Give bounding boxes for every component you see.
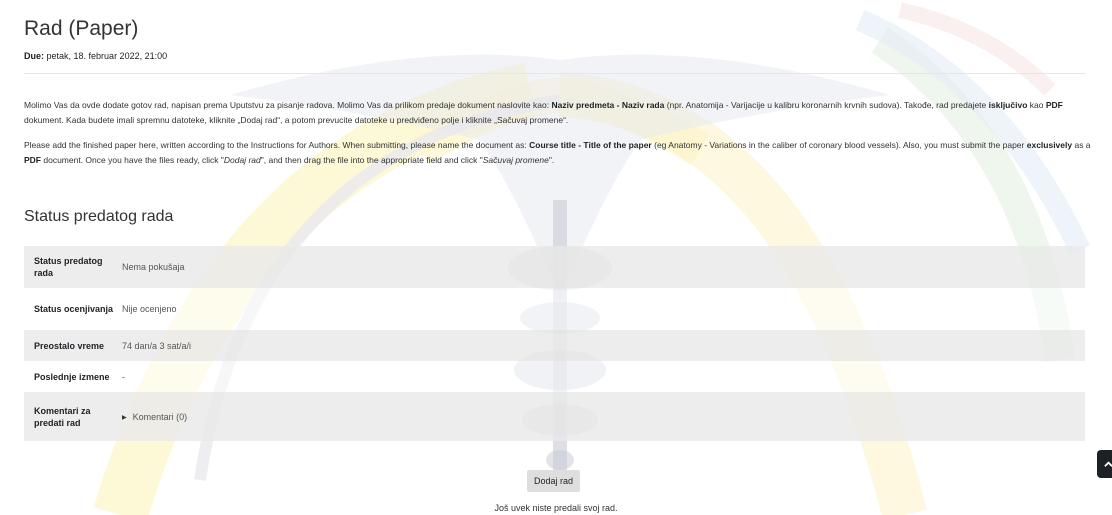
status-row-submission: Status predatog rada Nema pokušaja — [24, 246, 1085, 288]
status-label: Status predatog rada — [34, 256, 103, 278]
add-submission-button[interactable]: Dodaj rad — [527, 470, 581, 492]
intro-paragraph-en: Please add the finished paper here, writ… — [24, 140, 1091, 165]
status-value: - — [122, 371, 125, 382]
status-value: 74 dan/a 3 sat/a/i — [122, 340, 192, 351]
submission-status-heading: Status predatog rada — [24, 208, 174, 225]
status-row-last-modified: Poslednje izmene - — [24, 361, 1085, 392]
page-title: Rad (Paper) — [24, 17, 139, 40]
status-value: Nije ocenjeno — [122, 304, 177, 314]
not-submitted-notice: Još uvek niste predali svoj rad. — [494, 503, 618, 513]
status-label: Poslednje izmene — [34, 371, 110, 382]
comments-toggle[interactable]: ▶ Komentari (0) — [122, 412, 187, 422]
status-label: Preostalo vreme — [34, 340, 105, 351]
status-row-grading: Status ocenjivanja Nije ocenjeno — [24, 288, 1085, 330]
status-row-time-remaining: Preostalo vreme 74 dan/a 3 sat/a/i — [24, 330, 1085, 361]
due-date: Due: petak, 18. februar 2022, 21:00 — [24, 51, 167, 61]
chevron-up-icon — [1104, 460, 1112, 467]
divider — [24, 73, 1086, 74]
scroll-top-button[interactable] — [1097, 450, 1112, 478]
intro-paragraph-sr: Molimo Vas da ovde dodate gotov rad, nap… — [24, 100, 1063, 125]
submission-status-table: Status predatog rada Nema pokušaja Statu… — [24, 246, 1085, 441]
status-row-comments: Komentari za predati rad ▶ Komentari (0) — [24, 392, 1085, 441]
caret-right-icon: ▶ — [122, 414, 127, 421]
status-label: Status ocenjivanja — [34, 304, 114, 314]
status-value: Nema pokušaja — [122, 262, 185, 272]
comments-link[interactable]: Komentari (0) — [133, 412, 188, 422]
due-value: petak, 18. februar 2022, 21:00 — [46, 51, 168, 61]
status-label: Komentari za predati rad — [34, 405, 91, 428]
due-label: Due: — [24, 51, 44, 61]
